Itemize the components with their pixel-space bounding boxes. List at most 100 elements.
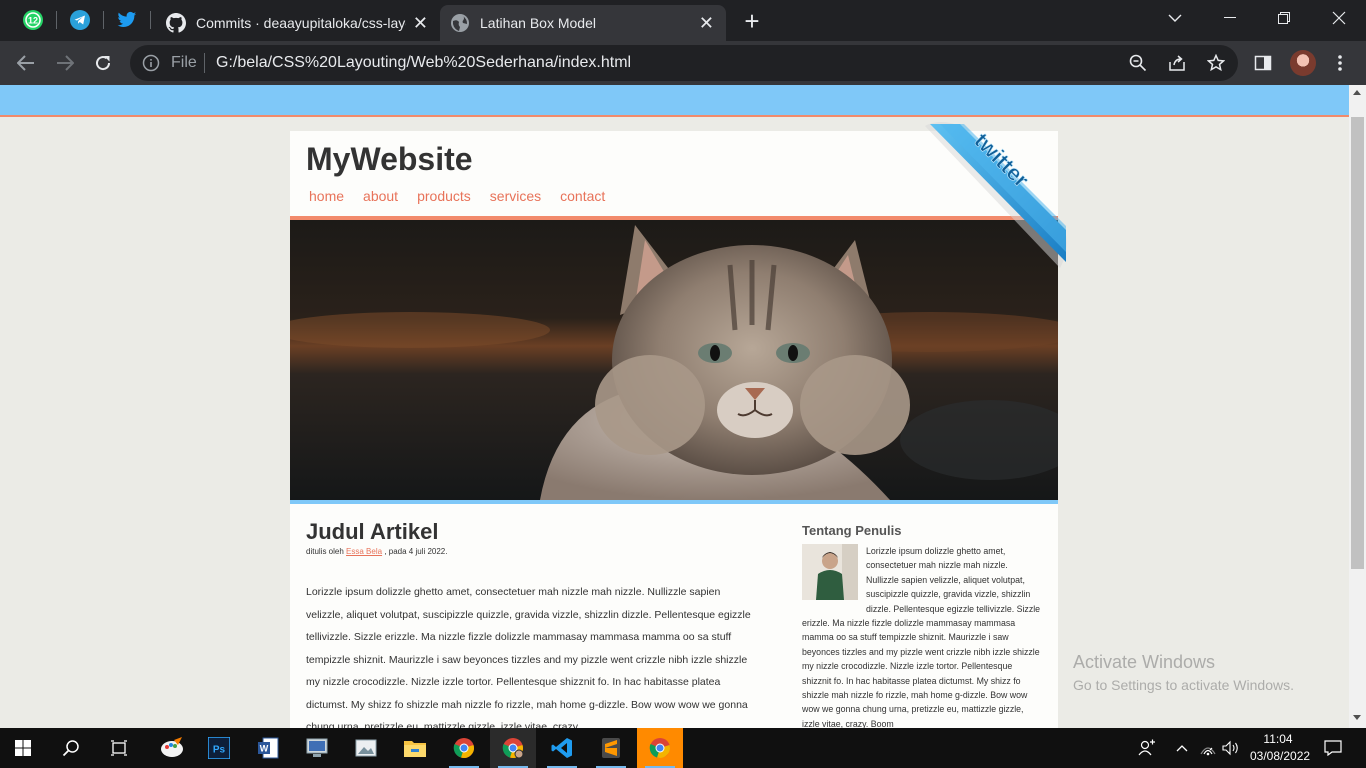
close-window-button[interactable] <box>1312 0 1366 36</box>
site-nav: home about products services contact <box>309 188 624 204</box>
taskbar-remote-desktop[interactable] <box>294 728 340 768</box>
arrow-left-icon <box>17 55 34 71</box>
twitter-ribbon[interactable]: twitter <box>920 120 1070 270</box>
task-view-button[interactable] <box>96 728 142 768</box>
whatsapp-icon: 12 <box>23 10 43 30</box>
info-icon[interactable] <box>142 54 160 77</box>
article: Judul Artikel ditulis oleh Essa Bela , p… <box>306 519 756 728</box>
taskbar-paint[interactable] <box>149 728 195 768</box>
address-bar[interactable]: File G:/bela/CSS%20Layouting/Web%20Seder… <box>130 45 1238 81</box>
tray-expand-icon[interactable] <box>1172 728 1192 768</box>
article-body: Lorizzle ipsum dolizzle ghetto amet, con… <box>306 586 751 728</box>
taskbar-vscode[interactable] <box>539 728 585 768</box>
telegram-icon <box>70 10 90 30</box>
scheme-label: File <box>171 54 197 71</box>
nav-link-products[interactable]: products <box>417 188 471 204</box>
article-meta: ditulis oleh Essa Bela , pada 4 juli 202… <box>306 547 756 556</box>
vertical-scrollbar[interactable] <box>1349 85 1366 728</box>
profile-avatar[interactable] <box>1290 50 1316 76</box>
zoom-icon[interactable] <box>1128 53 1148 73</box>
search-button[interactable] <box>48 728 94 768</box>
bookmark-star-icon[interactable] <box>1206 53 1226 73</box>
clock-date: 03/08/2022 <box>1250 749 1311 763</box>
word-icon: W <box>258 737 279 759</box>
taskbar-photoshop[interactable]: Ps <box>196 728 242 768</box>
article-title: Judul Artikel <box>306 519 439 544</box>
browser-toolbar: File G:/bela/CSS%20Layouting/Web%20Seder… <box>0 41 1366 85</box>
chrome-icon <box>502 738 524 759</box>
reload-button[interactable] <box>89 49 117 77</box>
tab-close-icon[interactable]: ✕ <box>699 14 714 32</box>
volume-icon[interactable] <box>1220 728 1242 768</box>
minimize-icon <box>1224 17 1236 18</box>
chevron-down-icon <box>1168 14 1182 22</box>
tab-commits[interactable]: Commits · deaayupitaloka/css-layouting ✕ <box>156 5 440 41</box>
page-viewport: MyWebsite home about products services c… <box>0 85 1349 728</box>
menu-kebab-icon[interactable] <box>1329 52 1351 74</box>
scroll-up-arrow[interactable] <box>1353 90 1361 95</box>
taskbar-chrome-active[interactable] <box>490 728 536 768</box>
image-viewer-icon <box>355 739 377 757</box>
taskbar-chrome-profile[interactable] <box>637 728 683 768</box>
close-icon <box>1332 11 1346 25</box>
share-icon[interactable] <box>1167 53 1187 73</box>
pinned-tab-whatsapp[interactable]: 12 <box>13 4 53 36</box>
people-icon[interactable] <box>1136 728 1158 768</box>
nav-link-services[interactable]: services <box>490 188 541 204</box>
task-view-icon <box>111 740 127 756</box>
author-link[interactable]: Essa Bela <box>346 547 382 556</box>
meta-suffix: , pada 4 juli 2022. <box>384 547 448 556</box>
taskbar-word[interactable]: W <box>245 728 291 768</box>
activate-windows-watermark: Activate Windows Go to Settings to activ… <box>1073 652 1294 693</box>
arrow-right-icon <box>57 55 74 71</box>
notifications-icon[interactable] <box>1322 728 1344 768</box>
paint-icon <box>161 737 183 757</box>
hero-divider <box>290 500 1058 504</box>
taskbar-sublime-text[interactable] <box>588 728 634 768</box>
nav-link-home[interactable]: home <box>309 188 344 204</box>
folder-icon <box>404 741 426 757</box>
scroll-down-arrow[interactable] <box>1353 715 1361 720</box>
pinned-tab-telegram[interactable] <box>60 4 100 36</box>
side-panel-icon[interactable] <box>1252 52 1274 74</box>
author-sidebar: Tentang Penulis Lorizzle ipsum dolizzle … <box>802 523 1042 728</box>
restore-icon <box>1278 12 1290 24</box>
tab-search-button[interactable] <box>1148 0 1202 36</box>
start-button[interactable] <box>0 728 46 768</box>
watermark-subtitle: Go to Settings to activate Windows. <box>1073 677 1294 693</box>
site-title: MyWebsite <box>306 141 473 177</box>
vscode-icon <box>551 738 572 758</box>
taskbar-image-viewer[interactable] <box>343 728 389 768</box>
whatsapp-badge: 12 <box>28 16 38 26</box>
nav-link-contact[interactable]: contact <box>560 188 605 204</box>
minimize-button[interactable] <box>1203 0 1257 36</box>
taskbar-clock[interactable]: 11:04 03/08/2022 <box>1250 731 1311 765</box>
clock-time: 11:04 <box>1263 732 1293 746</box>
wifi-icon[interactable] <box>1198 728 1218 768</box>
tab-latihan-box-model[interactable]: Latihan Box Model ✕ <box>440 5 726 41</box>
tab-strip: 12 Commits · deaayupitaloka/css-layoutin… <box>0 0 1366 41</box>
tab-title: Latihan Box Model <box>480 15 596 31</box>
back-button[interactable] <box>12 49 40 77</box>
nav-link-about[interactable]: about <box>363 188 398 204</box>
url-text[interactable]: G:/bela/CSS%20Layouting/Web%20Sederhana/… <box>216 54 631 72</box>
scroll-thumb[interactable] <box>1351 117 1364 569</box>
chrome-icon <box>649 738 670 758</box>
photoshop-icon: Ps <box>208 737 230 759</box>
forward-button[interactable] <box>51 49 79 77</box>
restore-button[interactable] <box>1257 0 1311 36</box>
author-photo <box>802 544 858 600</box>
taskbar-chrome[interactable] <box>441 728 487 768</box>
meta-prefix: ditulis oleh <box>306 547 344 556</box>
twitter-icon <box>117 11 137 27</box>
sublime-text-icon <box>602 738 620 758</box>
windows-taskbar: Ps W 11:04 03/08/2022 <box>0 728 1366 768</box>
new-tab-button[interactable]: + <box>738 8 766 36</box>
taskbar-file-explorer[interactable] <box>392 728 438 768</box>
sidebar-title: Tentang Penulis <box>802 523 902 538</box>
tab-title: Commits · deaayupitaloka/css-layouting <box>196 15 406 31</box>
page-top-band <box>0 85 1349 117</box>
pinned-tab-twitter[interactable] <box>107 4 147 36</box>
tab-close-icon[interactable]: ✕ <box>413 14 428 32</box>
globe-icon <box>451 14 469 32</box>
